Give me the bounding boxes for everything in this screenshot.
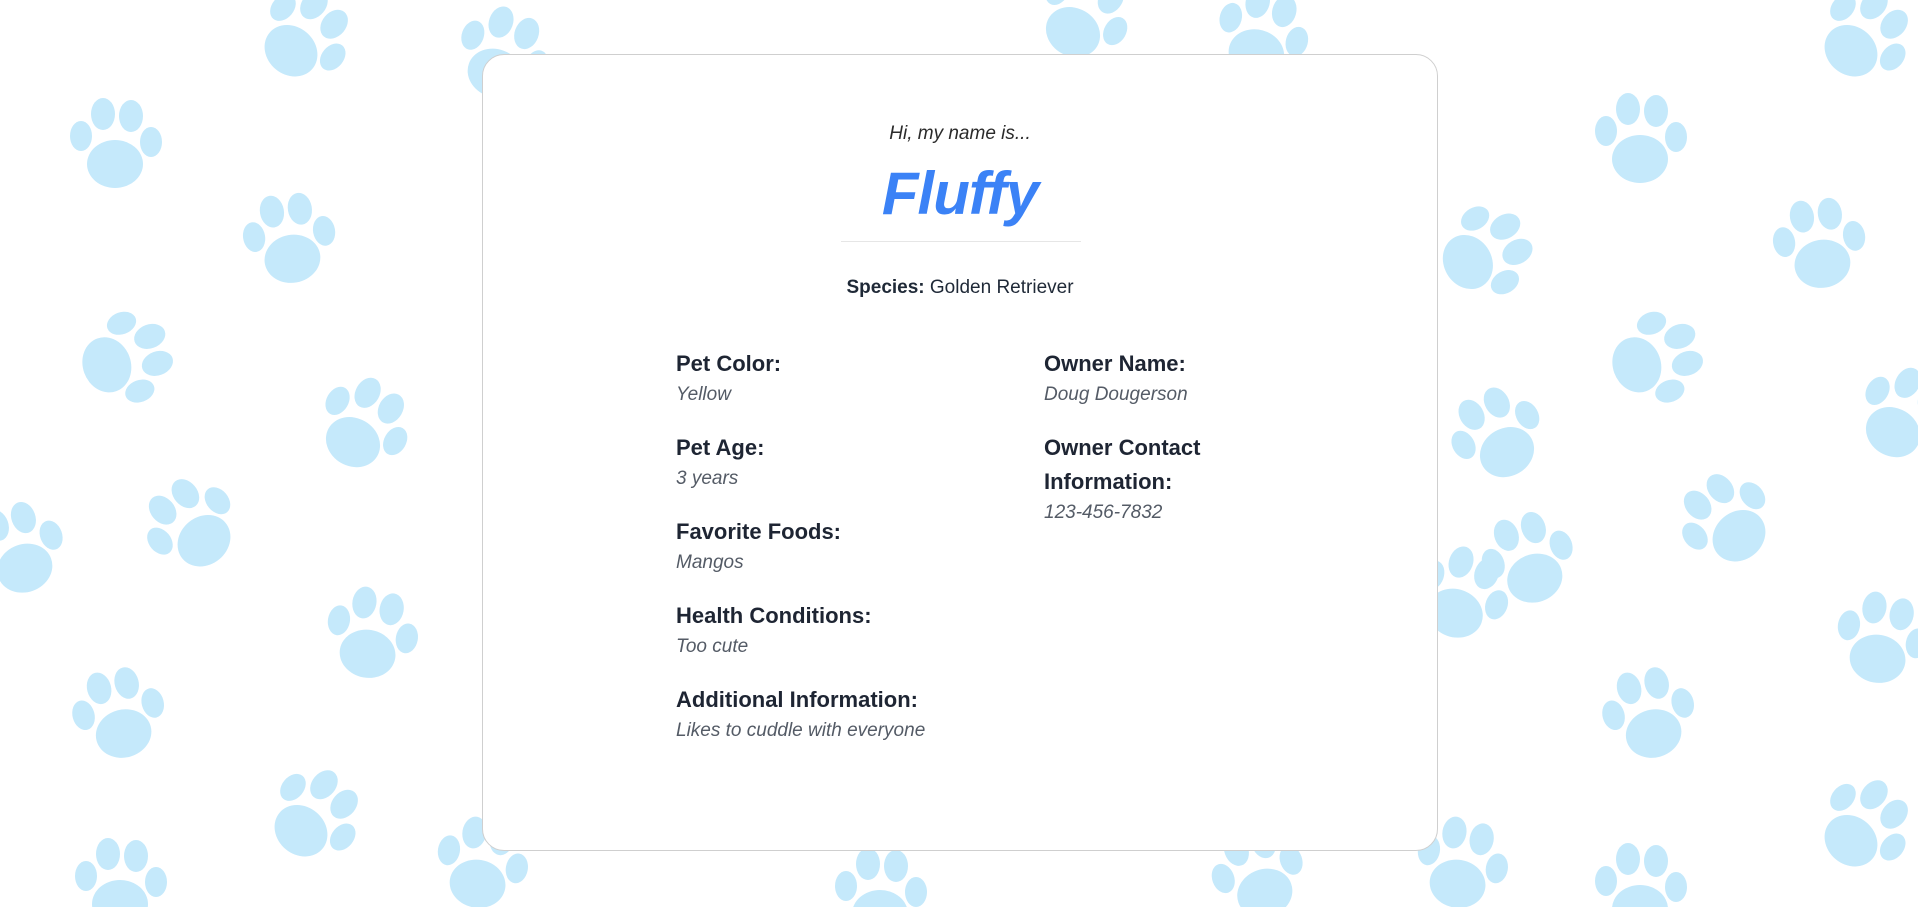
field-label: Additional Information: — [676, 687, 918, 712]
field-value: Doug Dougerson — [1044, 384, 1188, 405]
field-label: Pet Age: — [676, 435, 765, 460]
field-owner-contact: Owner Contact Information: 123-456-7832 — [1044, 431, 1244, 527]
field-owner-name: Owner Name: Doug Dougerson — [1044, 347, 1244, 409]
paw-print-icon — [1435, 371, 1560, 496]
field-health-conditions: Health Conditions: Too cute — [676, 599, 925, 661]
species-value: Golden Retriever — [929, 277, 1074, 298]
paw-print-icon — [0, 490, 78, 607]
field-label: Favorite Foods: — [676, 519, 842, 544]
field-pet-age: Pet Age: 3 years — [676, 431, 925, 493]
species-line: Species: Golden Retriever — [483, 277, 1437, 299]
field-value: Too cute — [676, 636, 749, 657]
species-label: Species: — [846, 277, 925, 298]
pet-name-heading: Fluffy — [881, 160, 1039, 227]
field-label: Health Conditions: — [676, 603, 872, 628]
paw-print-icon — [1424, 190, 1549, 315]
field-value: Yellow — [676, 384, 731, 405]
field-additional-information: Additional Information: Likes to cuddle … — [676, 683, 925, 745]
paw-print-icon — [1595, 843, 1687, 907]
field-value: 3 years — [676, 468, 739, 489]
field-value: Mangos — [676, 552, 744, 573]
paw-print-icon — [63, 657, 176, 769]
paw-print-icon — [68, 299, 185, 418]
paw-print-icon — [835, 848, 927, 907]
paw-print-icon — [1842, 352, 1918, 477]
paw-print-icon — [1801, 761, 1918, 890]
paw-print-icon — [1662, 454, 1791, 584]
paw-print-icon — [1595, 93, 1687, 183]
field-pet-color: Pet Color: Yellow — [676, 347, 925, 409]
paw-print-icon — [1801, 0, 1918, 100]
paw-print-icon — [75, 838, 167, 907]
paw-print-icon — [319, 580, 426, 686]
paw-print-icon — [241, 0, 370, 100]
field-label: Pet Color: — [676, 351, 782, 376]
field-label: Owner Name: — [1044, 351, 1186, 376]
pet-details-column: Pet Color: Yellow Pet Age: 3 years Favor… — [676, 347, 925, 767]
divider — [841, 241, 1081, 242]
paw-print-icon — [251, 751, 380, 880]
paw-print-icon — [1829, 585, 1918, 691]
field-value: 123-456-7832 — [1044, 502, 1163, 523]
field-favorite-foods: Favorite Foods: Mangos — [676, 515, 925, 577]
paw-print-icon — [236, 185, 343, 291]
paw-print-icon — [1593, 657, 1706, 769]
paw-print-icon — [127, 459, 256, 589]
field-value: Likes to cuddle with everyone — [676, 720, 926, 741]
paw-print-icon — [302, 362, 427, 487]
field-label: Owner Contact Information: — [1044, 435, 1201, 494]
paw-print-icon — [1598, 299, 1715, 418]
paw-print-icon — [1766, 190, 1873, 296]
paw-print-icon — [70, 98, 162, 188]
pet-profile-card: Hi, my name is... Fluffy Species: Golden… — [482, 54, 1438, 851]
owner-details-column: Owner Name: Doug Dougerson Owner Contact… — [1044, 347, 1244, 549]
greeting-text: Hi, my name is... — [889, 123, 1031, 144]
